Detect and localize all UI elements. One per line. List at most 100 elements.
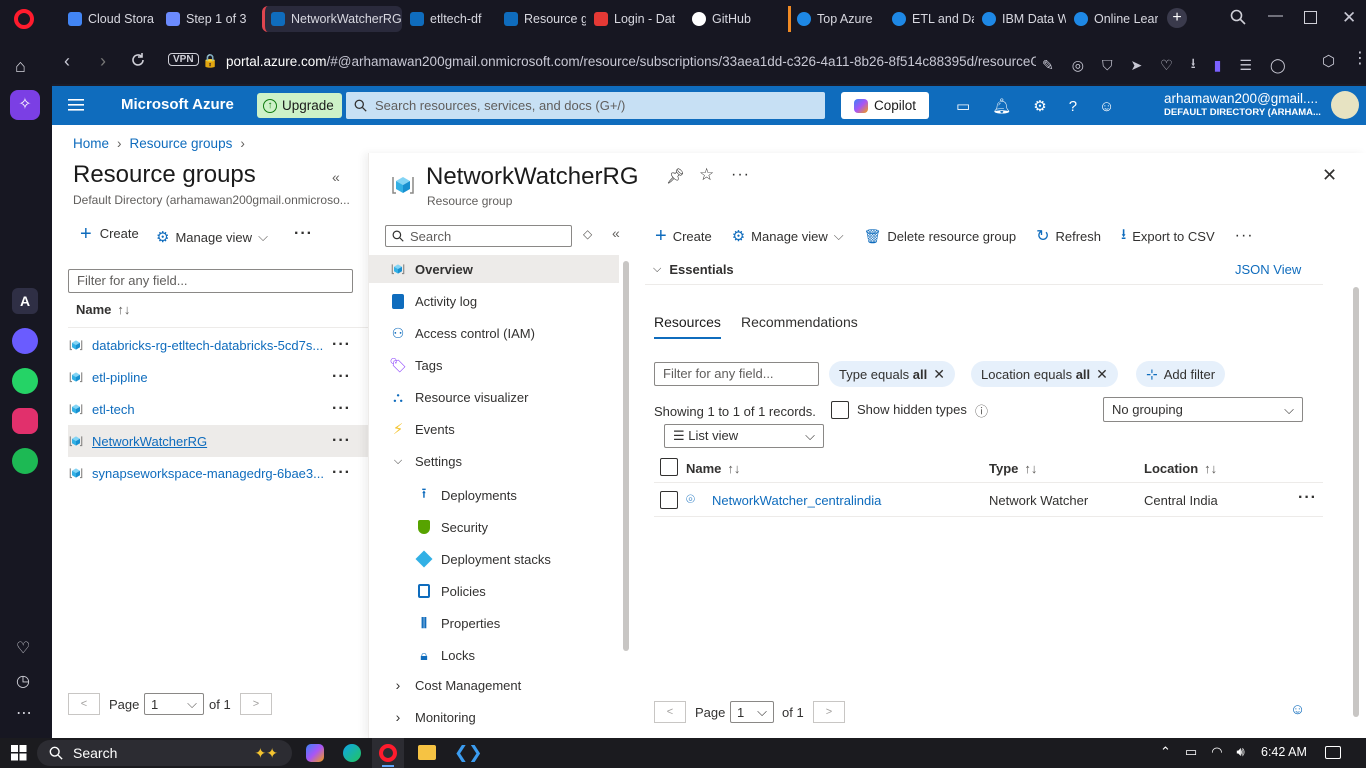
add-filter-button[interactable]: ⊹ Add filter — [1136, 361, 1226, 387]
pin-icon[interactable]: 📌︎ — [666, 167, 685, 185]
home-icon[interactable]: ⌂ — [15, 56, 26, 77]
resource-group-link[interactable]: etl-tech — [92, 402, 328, 417]
menu-scrollbar[interactable] — [623, 261, 629, 651]
aria-icon[interactable]: A — [12, 288, 38, 314]
next-page-button[interactable]: > — [240, 693, 272, 715]
help-icon[interactable]: ? — [1069, 98, 1077, 115]
info-icon[interactable]: ⓘ — [975, 401, 988, 420]
tab-9[interactable]: ETL and Da — [886, 6, 974, 32]
nav-group-settings[interactable]: ⌵ Settings — [369, 447, 619, 475]
spotify-icon[interactable] — [12, 448, 38, 474]
create-button[interactable]: + Create — [80, 224, 139, 244]
row-more-icon[interactable]: ··· — [332, 400, 351, 418]
essentials-header[interactable]: ⌵ Essentials — [645, 255, 1323, 285]
tab-4[interactable]: etltech-df — [404, 6, 496, 32]
content-scrollbar[interactable] — [1353, 287, 1359, 717]
nav-item-overview[interactable]: Overview — [369, 255, 619, 283]
tab-resources[interactable]: Resources — [654, 314, 721, 339]
refresh-button[interactable]: ↻ Refresh — [1036, 226, 1101, 246]
more-icon[interactable]: ⋯ — [16, 703, 32, 723]
row-more-icon[interactable]: ··· — [332, 368, 351, 386]
breadcrumb-resource-groups[interactable]: Resource groups — [130, 136, 233, 151]
hamburger-menu-icon[interactable] — [68, 98, 84, 112]
prev-page-button[interactable]: < — [68, 693, 100, 715]
azure-brand[interactable]: Microsoft Azure — [121, 96, 234, 113]
nav-item-deployment-stacks[interactable]: Deployment stacks — [369, 545, 619, 573]
tab-5[interactable]: Resource g — [498, 6, 586, 32]
resource-group-link[interactable]: databricks-rg-etltech-databricks-5cd7s..… — [92, 338, 328, 353]
nav-item-security[interactable]: Security — [369, 513, 619, 541]
location-column-header[interactable]: Location ↑↓ — [1144, 461, 1217, 476]
back-icon[interactable]: ‹ — [64, 51, 70, 72]
page-select[interactable]: 1 ⌵ — [730, 701, 774, 723]
browser-menu-icon[interactable]: ⋮ — [1352, 48, 1366, 68]
tab-active[interactable]: NetworkWatcherRG — [262, 6, 402, 32]
resources-filter-input[interactable]: Filter for any field... — [654, 362, 819, 386]
tab-recommendations[interactable]: Recommendations — [741, 314, 858, 330]
list-view-select[interactable]: ☰ List view ⌵ — [664, 424, 824, 448]
profile-icon[interactable]: ◯ — [1270, 57, 1286, 74]
camera-icon[interactable]: ◎ — [1072, 57, 1084, 74]
tab-8[interactable]: Top Azure — [788, 6, 884, 32]
select-all-checkbox[interactable] — [660, 458, 678, 476]
favorites-heart-icon[interactable]: ♡ — [16, 638, 30, 658]
copilot-taskbar-icon[interactable] — [306, 744, 324, 762]
opera-taskbar-item[interactable] — [372, 738, 404, 768]
menu-search-input[interactable]: Search — [385, 225, 572, 247]
wifi-icon[interactable]: ◠ — [1211, 744, 1222, 760]
opera-logo-icon[interactable] — [14, 9, 34, 29]
notifications-icon[interactable] — [1325, 746, 1341, 759]
nav-item-activity-log[interactable]: Activity log — [369, 287, 619, 315]
table-row[interactable]: NetworkWatcherRG ··· — [68, 425, 368, 457]
row-more-icon[interactable]: ··· — [332, 464, 351, 482]
json-view-link[interactable]: JSON View — [1235, 262, 1301, 277]
account-info[interactable]: arhamawan200@gmail.... DEFAULT DIRECTORY… — [1164, 91, 1321, 118]
nav-item-access-control-iam[interactable]: ⚇ Access control (IAM) — [369, 319, 619, 347]
shield-icon[interactable]: ⛉ — [1102, 57, 1113, 74]
tab-10[interactable]: IBM Data W — [976, 6, 1066, 32]
page-select[interactable]: 1 ⌵ — [144, 693, 204, 715]
history-clock-icon[interactable]: ◷ — [16, 671, 30, 691]
tab-11[interactable]: Online Lear — [1068, 6, 1158, 32]
table-row[interactable]: synapseworkspace-managedrg-6bae3... ··· — [68, 457, 368, 489]
delete-resource-group-button[interactable]: 🗑︎ Delete resource group — [864, 228, 1016, 245]
nav-item-properties[interactable]: ⦀ Properties — [369, 609, 619, 637]
copilot-button[interactable]: Copilot — [841, 92, 929, 119]
grouping-select[interactable]: No grouping ⌵ — [1103, 397, 1303, 422]
remove-filter-icon[interactable]: ✕ — [1096, 366, 1108, 383]
type-column-header[interactable]: Type ↑↓ — [989, 461, 1037, 476]
resource-group-link[interactable]: etl-pipline — [92, 370, 328, 385]
clock[interactable]: 6:42 AM — [1261, 745, 1307, 759]
create-button[interactable]: + Create — [655, 225, 712, 248]
global-search-input[interactable]: Search resources, services, and docs (G+… — [346, 92, 825, 119]
forward-icon[interactable]: › — [100, 51, 106, 72]
name-column-header[interactable]: Name ↑↓ — [76, 302, 130, 317]
nav-item-events[interactable]: ⚡︎ Events — [369, 415, 619, 443]
avatar[interactable] — [1331, 91, 1359, 119]
reload-icon[interactable] — [130, 52, 146, 68]
nav-item-policies[interactable]: Policies — [369, 577, 619, 605]
name-column-header[interactable]: Name ↑↓ — [686, 461, 740, 476]
vscode-icon[interactable]: ❮❯ — [454, 743, 483, 763]
type-filter-chip[interactable]: Type equals all ✕ — [829, 361, 955, 387]
manage-view-button[interactable]: ⚙ Manage view ⌵ — [156, 228, 268, 246]
resource-name-link[interactable]: NetworkWatcher_centralindia — [712, 493, 881, 508]
collapse-left-icon[interactable]: « — [332, 169, 340, 185]
windows-start-icon[interactable] — [11, 745, 27, 761]
nav-group-cost-management[interactable]: › Cost Management — [369, 671, 619, 699]
star-icon[interactable]: ☆ — [699, 165, 714, 185]
nav-item-locks[interactable]: 🔒︎ Locks — [369, 641, 619, 669]
resource-group-link[interactable]: NetworkWatcherRG — [92, 434, 328, 449]
command-more-icon[interactable]: ··· — [1235, 227, 1254, 245]
whatsapp-icon[interactable] — [12, 368, 38, 394]
close-window-icon[interactable]: ✕ — [1342, 8, 1356, 28]
new-tab-plus-icon[interactable]: + — [1167, 8, 1187, 28]
tab-1[interactable]: Cloud Stora — [62, 6, 158, 32]
tab-2[interactable]: Step 1 of 3 — [160, 6, 256, 32]
edge-icon[interactable] — [343, 744, 361, 762]
next-page-button[interactable]: > — [813, 701, 845, 723]
messenger-icon[interactable] — [12, 328, 38, 354]
settings-gear-icon[interactable]: ⚙ — [1033, 97, 1046, 115]
remove-filter-icon[interactable]: ✕ — [933, 366, 945, 383]
row-checkbox[interactable] — [660, 491, 678, 509]
